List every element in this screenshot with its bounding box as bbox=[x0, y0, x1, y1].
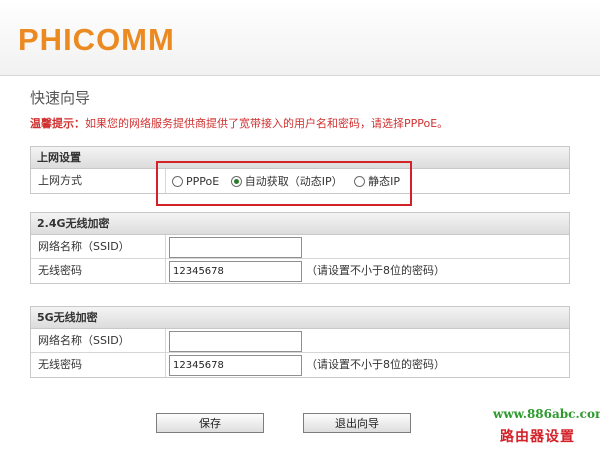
wifi5-ssid-row: 网络名称（SSID） bbox=[31, 329, 569, 353]
wifi5-ssid-label: 网络名称（SSID） bbox=[38, 329, 166, 353]
wifi5-password-note: （请设置不小于8位的密码） bbox=[306, 358, 445, 371]
wifi24-ssid-row: 网络名称（SSID） bbox=[31, 235, 569, 259]
connection-mode-label: 上网方式 bbox=[38, 169, 166, 193]
phicomm-logo: PHICOMM bbox=[18, 22, 175, 57]
watermark-caption: 路由器设置 bbox=[500, 429, 575, 445]
save-button[interactable]: 保存 bbox=[156, 413, 264, 433]
wifi24-password-label: 无线密码 bbox=[38, 259, 166, 283]
wifi5-password-row: 无线密码 （请设置不小于8位的密码） bbox=[31, 353, 569, 377]
hint-text: 温馨提示：如果您的网络服务提供商提供了宽带接入的用户名和密码，请选择PPPoE。 bbox=[30, 115, 448, 131]
wifi24-section-title: 2.4G无线加密 bbox=[31, 213, 569, 235]
wifi24-password-input[interactable] bbox=[169, 261, 302, 282]
wifi5-ssid-input[interactable] bbox=[169, 331, 302, 352]
header-bar: PHICOMM bbox=[0, 0, 600, 76]
wifi24-ssid-label: 网络名称（SSID） bbox=[38, 235, 166, 259]
wifi5-password-label: 无线密码 bbox=[38, 353, 166, 377]
highlight-box bbox=[156, 161, 412, 206]
hint-label: 温馨提示： bbox=[30, 117, 85, 130]
wifi24-section: 2.4G无线加密 网络名称（SSID） 无线密码 （请设置不小于8位的密码） bbox=[30, 212, 570, 284]
hint-body: 如果您的网络服务提供商提供了宽带接入的用户名和密码，请选择PPPoE。 bbox=[85, 117, 449, 130]
wifi5-password-input[interactable] bbox=[169, 355, 302, 376]
wifi5-section-title: 5G无线加密 bbox=[31, 307, 569, 329]
exit-wizard-button[interactable]: 退出向导 bbox=[303, 413, 411, 433]
wifi5-section: 5G无线加密 网络名称（SSID） 无线密码 （请设置不小于8位的密码） bbox=[30, 306, 570, 378]
wifi24-ssid-input[interactable] bbox=[169, 237, 302, 258]
watermark-url: www.886abc.com bbox=[493, 407, 600, 421]
page-title: 快速向导 bbox=[30, 89, 91, 107]
wifi24-password-row: 无线密码 （请设置不小于8位的密码） bbox=[31, 259, 569, 283]
wifi24-password-note: （请设置不小于8位的密码） bbox=[306, 264, 445, 277]
